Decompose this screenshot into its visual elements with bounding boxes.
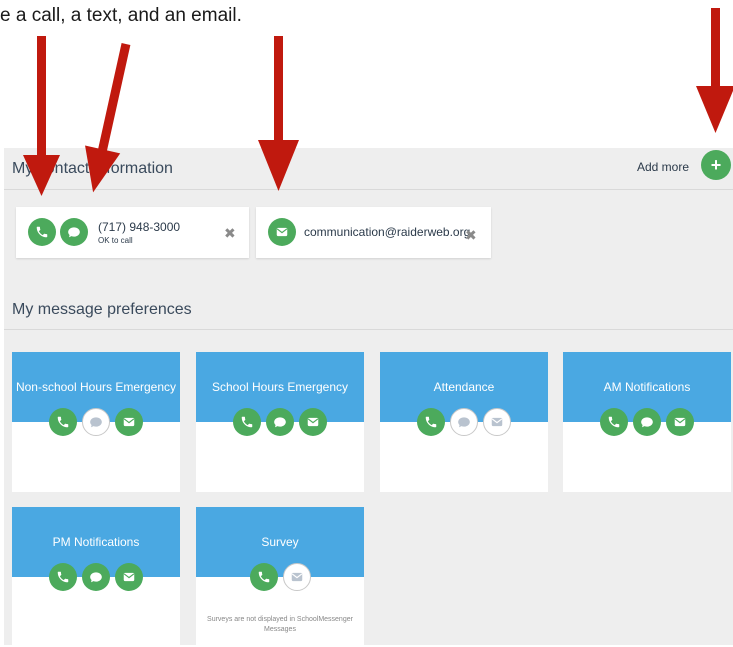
email-toggle[interactable] <box>666 408 694 436</box>
call-toggle[interactable] <box>249 563 278 591</box>
channel-toggles <box>196 563 364 591</box>
phone-icon <box>608 416 620 428</box>
preferences-section-title: My message preferences <box>12 301 192 318</box>
preference-card-note: Surveys are not displayed in SchoolMesse… <box>207 616 353 633</box>
chat-bubble-icon <box>641 417 653 428</box>
chat-bubble-icon <box>274 417 286 428</box>
email-toggle[interactable] <box>115 563 143 591</box>
email-address: communication@raiderweb.org <box>304 225 471 239</box>
text-toggle[interactable] <box>633 408 661 436</box>
envelope-icon <box>307 417 319 427</box>
section-divider <box>4 329 733 330</box>
text-toggle[interactable] <box>82 563 110 591</box>
arrow-down-icon <box>696 8 733 133</box>
phone-permission-note: OK to call <box>98 236 133 245</box>
text-toggle[interactable] <box>450 408 478 436</box>
close-icon[interactable]: ✖ <box>224 225 236 242</box>
text-toggle[interactable] <box>60 218 88 246</box>
channel-toggles <box>12 563 180 591</box>
email-toggle[interactable] <box>483 408 511 436</box>
email-contact-card: communication@raiderweb.org ✖ <box>256 207 491 258</box>
envelope-icon <box>123 572 135 582</box>
phone-icon <box>57 571 69 583</box>
channel-toggles <box>380 408 548 436</box>
channel-toggles <box>563 408 731 436</box>
email-toggle[interactable] <box>268 218 296 246</box>
phone-icon <box>241 416 253 428</box>
contact-preferences-panel: My contact information Add more + (717) … <box>4 148 733 647</box>
channel-toggles <box>196 408 364 436</box>
close-icon[interactable]: ✖ <box>465 227 477 244</box>
phone-icon <box>425 416 437 428</box>
preference-card: Non-school Hours Emergency <box>12 352 180 492</box>
envelope-icon <box>674 417 686 427</box>
chat-bubble-icon <box>458 417 470 428</box>
chat-bubble-icon <box>90 417 102 428</box>
call-toggle[interactable] <box>49 563 77 591</box>
email-toggle[interactable] <box>299 408 327 436</box>
email-toggle[interactable] <box>115 408 143 436</box>
preference-card-title: Non-school Hours Emergency <box>15 380 177 394</box>
call-toggle[interactable] <box>28 218 56 246</box>
add-more-link[interactable]: Add more <box>637 160 689 174</box>
preference-card-title: Attendance <box>433 380 495 394</box>
preference-card-title: AM Notifications <box>603 380 691 394</box>
chat-bubble-icon <box>68 227 80 238</box>
preference-card-title: Survey <box>261 535 299 549</box>
email-toggle[interactable] <box>282 563 311 591</box>
section-divider <box>4 189 733 190</box>
call-toggle[interactable] <box>417 408 445 436</box>
call-toggle[interactable] <box>233 408 261 436</box>
preference-card: School Hours Emergency <box>196 352 364 492</box>
preference-card-title: PM Notifications <box>52 535 140 549</box>
phone-icon <box>36 226 48 238</box>
preference-card: Attendance <box>380 352 548 492</box>
envelope-icon <box>491 417 503 427</box>
call-toggle[interactable] <box>600 408 628 436</box>
add-contact-button[interactable]: + <box>701 150 731 180</box>
preference-card: AM Notifications <box>563 352 731 492</box>
text-toggle[interactable] <box>82 408 110 436</box>
preference-card: PM Notifications <box>12 507 180 647</box>
phone-icon <box>57 416 69 428</box>
channel-toggles <box>12 408 180 436</box>
preference-card: Survey Surveys are not displayed in Schoo… <box>196 507 364 647</box>
envelope-icon <box>291 572 302 582</box>
contact-section-title: My contact information <box>12 160 173 177</box>
preference-card-title: School Hours Emergency <box>211 380 349 394</box>
phone-contact-card: (717) 948-3000 OK to call ✖ <box>16 207 249 258</box>
instruction-caption: e a call, a text, and an email. <box>0 5 242 26</box>
phone-number: (717) 948-3000 <box>98 220 181 234</box>
phone-icon <box>258 571 269 583</box>
call-toggle[interactable] <box>49 408 77 436</box>
chat-bubble-icon <box>90 572 102 583</box>
envelope-icon <box>123 417 135 427</box>
envelope-icon <box>276 227 288 237</box>
text-toggle[interactable] <box>266 408 294 436</box>
plus-icon: + <box>710 154 722 175</box>
